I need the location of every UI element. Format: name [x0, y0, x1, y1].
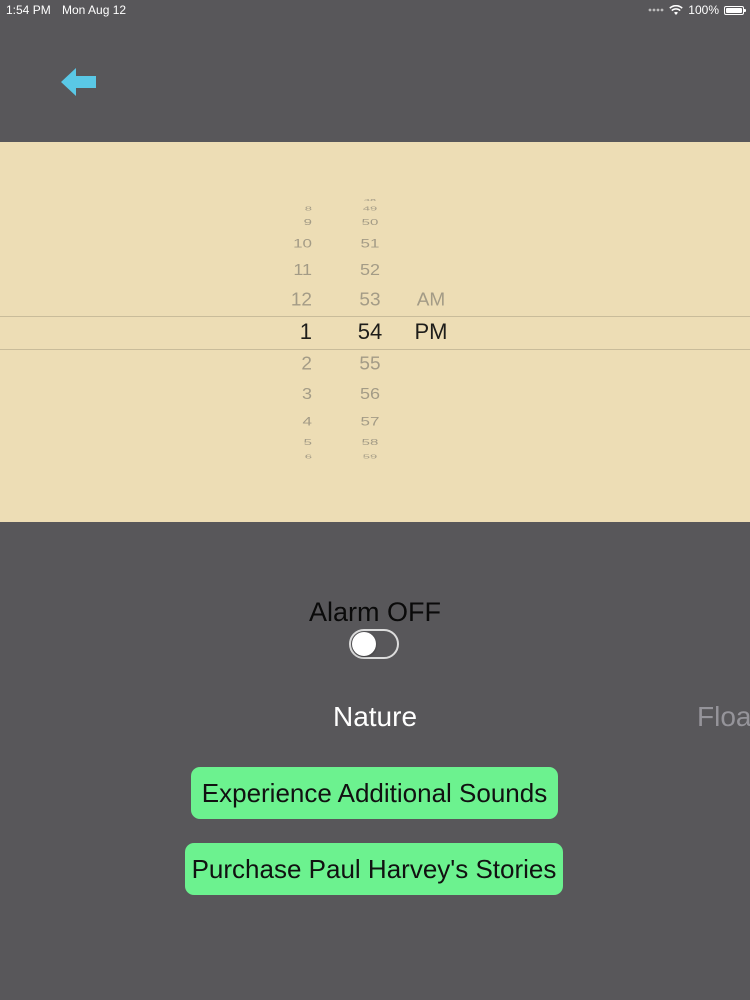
- alarm-status-label: Alarm OFF: [309, 597, 441, 627]
- battery-icon: [724, 5, 746, 15]
- minute-option[interactable]: 53: [330, 291, 410, 309]
- signal-dots-icon: [648, 8, 664, 12]
- minute-option[interactable]: 50: [330, 218, 410, 226]
- hour-option[interactable]: 5: [304, 438, 312, 446]
- minute-option[interactable]: 48: [330, 199, 410, 202]
- hour-option[interactable]: 2: [301, 355, 312, 373]
- minute-option[interactable]: 56: [330, 386, 410, 401]
- status-time: 1:54 PM: [6, 3, 51, 17]
- minute-option[interactable]: 58: [330, 438, 410, 446]
- minute-option[interactable]: 51: [330, 237, 410, 249]
- hour-option[interactable]: 11: [293, 262, 312, 277]
- minute-selected[interactable]: 54: [330, 321, 410, 343]
- status-date: Mon Aug 12: [62, 3, 127, 17]
- minute-option[interactable]: 55: [330, 355, 410, 373]
- hour-option[interactable]: 12: [291, 291, 312, 309]
- hour-option[interactable]: 10: [293, 237, 312, 249]
- minute-option[interactable]: 59: [330, 453, 410, 458]
- alarm-toggle[interactable]: [349, 629, 399, 659]
- additional-sounds-button[interactable]: Experience Additional Sounds: [191, 767, 558, 819]
- sound-option-current[interactable]: Nature: [0, 701, 750, 733]
- hour-option[interactable]: 8: [305, 205, 312, 210]
- period-option[interactable]: AM: [400, 291, 462, 309]
- hour-selected[interactable]: 1: [300, 321, 312, 343]
- status-bar: 1:54 PM Mon Aug 12 100%: [0, 0, 750, 20]
- hour-option[interactable]: 6: [305, 453, 312, 458]
- wifi-icon: [669, 4, 684, 15]
- battery-percent: 100%: [688, 3, 719, 17]
- minute-option[interactable]: 57: [330, 415, 410, 427]
- minute-option[interactable]: 52: [330, 262, 410, 277]
- hour-wheel[interactable]: 8 9 10 11 12 1 2 3 4 5 6: [254, 142, 312, 522]
- hour-option[interactable]: 3: [302, 386, 312, 401]
- time-picker[interactable]: 8 9 10 11 12 1 2 3 4 5 6 48 49 50 51 52 53 54 55 56 57 58 59 …: [0, 142, 750, 522]
- minute-option[interactable]: 49: [330, 205, 410, 210]
- period-selected[interactable]: PM: [400, 321, 462, 343]
- hour-option[interactable]: 4: [303, 415, 312, 427]
- hour-option[interactable]: 9: [304, 218, 312, 226]
- toggle-knob: [352, 632, 376, 656]
- paul-harvey-stories-button[interactable]: Purchase Paul Harvey's Stories: [185, 843, 563, 895]
- back-arrow-icon: [61, 68, 96, 96]
- sound-option-next[interactable]: Floa: [697, 701, 750, 733]
- back-button[interactable]: [58, 62, 100, 102]
- minute-wheel[interactable]: 48 49 50 51 52 53 54 55 56 57 58 59: [330, 142, 410, 522]
- ampm-wheel[interactable]: AM PM: [400, 142, 480, 522]
- status-right: 100%: [648, 3, 746, 17]
